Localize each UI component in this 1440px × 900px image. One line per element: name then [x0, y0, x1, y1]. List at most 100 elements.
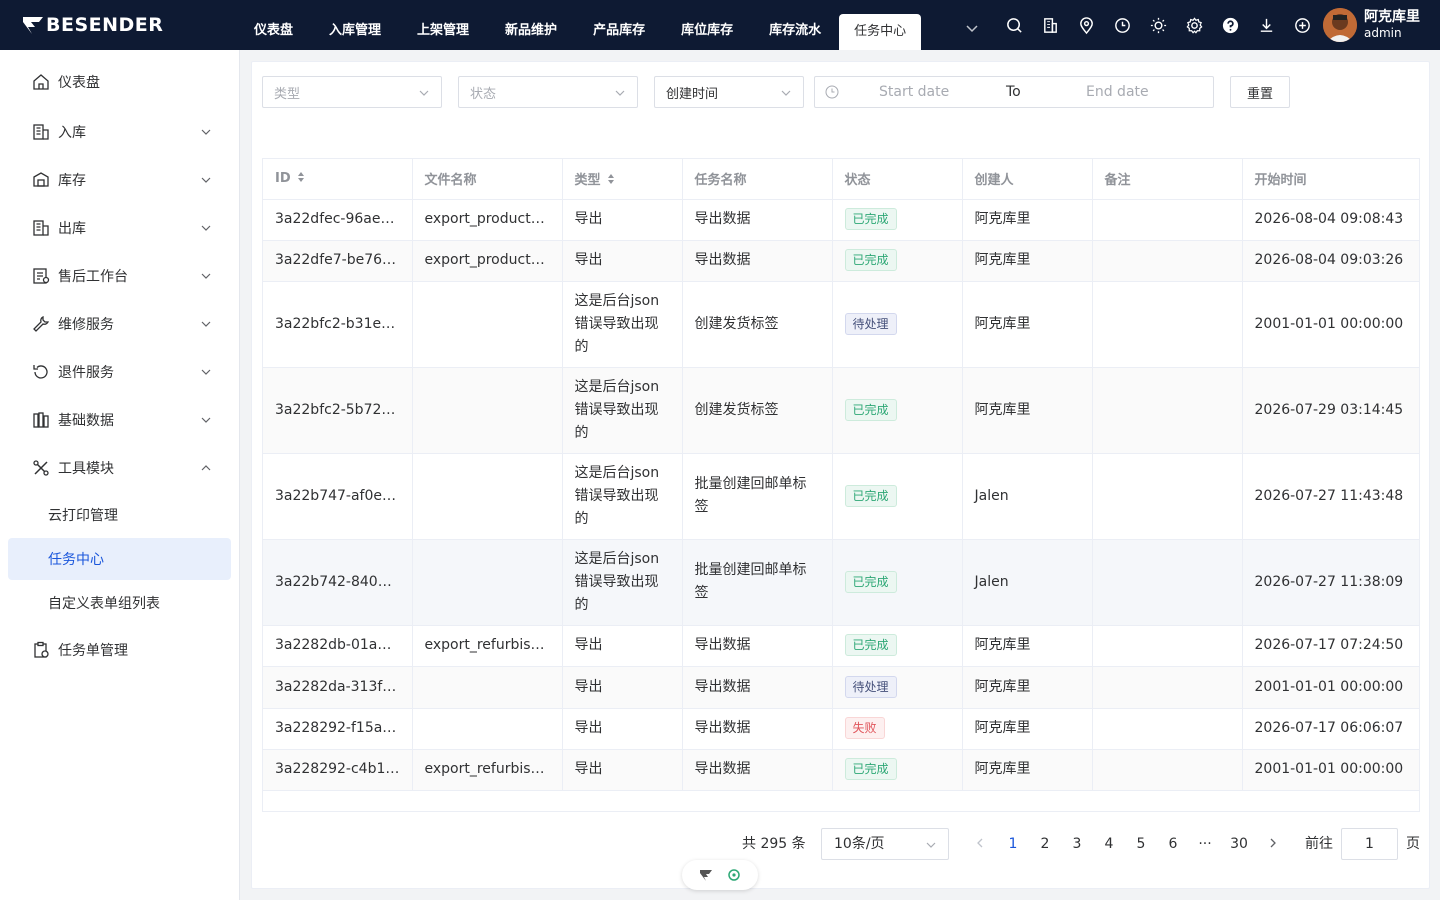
page-button-1[interactable]: 1	[997, 828, 1029, 860]
avatar[interactable]	[1323, 8, 1357, 42]
table-row[interactable]: 3a22b742-8405… 这是后台json错误导致出现的 批量创建回邮单标签 已完…	[263, 539, 1419, 626]
sidebar-item-7[interactable]: 基础数据	[8, 399, 231, 441]
user-menu[interactable]: 阿克库里 admin	[1323, 8, 1420, 42]
building-icon	[1043, 17, 1057, 33]
sidebar-item-3[interactable]: 出库	[8, 207, 231, 249]
cell-start: 2001-01-01 00:00:00	[1242, 281, 1419, 368]
download-button[interactable]	[1248, 12, 1284, 38]
brand-name: BESENDER	[46, 14, 164, 36]
sidebar-item-0[interactable]: 仪表盘	[8, 61, 231, 103]
more-pages-button[interactable]: ···	[1189, 828, 1221, 860]
nav-item-1[interactable]: 入库管理	[311, 0, 399, 50]
target-icon[interactable]	[727, 868, 741, 882]
table-row[interactable]: 3a2282db-01a8… export_refurbish… 导出 导出数据 已完成…	[263, 625, 1419, 667]
chevron-down-icon	[201, 273, 211, 279]
sidebar-item-6[interactable]: 退件服务	[8, 351, 231, 393]
chevron-down-icon	[201, 177, 211, 183]
table-row[interactable]: 3a22dfe7-be76… export_products… 导出 导出数据 已完成 阿…	[263, 240, 1419, 282]
sidebar-item-label: 库存	[58, 173, 86, 189]
page-size-select[interactable]: 10条/页	[821, 828, 949, 860]
clock-button[interactable]	[1104, 12, 1140, 38]
goto-page-input[interactable]: 1	[1341, 828, 1398, 860]
table-row[interactable]: 3a22dfec-96ae… export_products… 导出 导出数据 已完成 阿…	[263, 199, 1419, 241]
cell-start: 2026-08-04 09:08:43	[1242, 199, 1419, 241]
nav-item-7[interactable]: 任务中心	[839, 14, 922, 50]
table-row[interactable]: 3a2282da-313f… 导出 导出数据 待处理 阿克库里 2001-01-01 00…	[263, 666, 1419, 709]
sidebar-item-4[interactable]: 售后工作台	[8, 255, 231, 297]
table-header: ID 文件名称 类型 任务名称 状态 创建人 备注 开始时间	[263, 159, 1419, 200]
page-button-30[interactable]: 30	[1223, 828, 1255, 860]
pagination-total: 共 295 条	[742, 836, 806, 852]
cell-type: 这是后台json错误导致出现的	[562, 539, 683, 626]
type-select[interactable]: 类型	[262, 76, 442, 108]
sun-button[interactable]	[1140, 12, 1176, 38]
sidebar-item-1[interactable]: 入库	[8, 111, 231, 153]
help-button[interactable]	[1212, 12, 1248, 38]
table-row[interactable]: 3a228292-f15a… 导出 导出数据 失败 阿克库里 2026-07-17 06:…	[263, 708, 1419, 750]
add-circle-button[interactable]	[1284, 12, 1320, 38]
cell-creator: 阿克库里	[962, 281, 1093, 368]
date-range-picker[interactable]: Start date To End date	[814, 76, 1214, 108]
cell-type: 这是后台json错误导致出现的	[562, 281, 683, 368]
search-button[interactable]	[996, 12, 1032, 38]
sidebar-subitem-0[interactable]: 云打印管理	[8, 494, 231, 536]
sort-icon[interactable]	[297, 171, 305, 183]
warehouse-out-icon	[33, 220, 49, 236]
nav-item-5[interactable]: 库位库存	[663, 0, 751, 50]
nav-item-4[interactable]: 产品库存	[575, 0, 663, 50]
location-button[interactable]	[1068, 12, 1104, 38]
nav-more-chevron-icon[interactable]	[961, 17, 983, 39]
table-row[interactable]: 3a22bfc2-b31e-… 这是后台json错误导致出现的 创建发货标签 待处理 阿…	[263, 281, 1419, 368]
cell-file	[412, 281, 563, 368]
cell-file	[412, 367, 563, 454]
page-button-2[interactable]: 2	[1029, 828, 1061, 860]
page-button-6[interactable]: 6	[1157, 828, 1189, 860]
table-row[interactable]: 3a22bfc2-5b72… 这是后台json错误导致出现的 创建发货标签 已完成 阿克…	[263, 367, 1419, 454]
cell-type: 导出	[562, 625, 683, 667]
page-button-3[interactable]: 3	[1061, 828, 1093, 860]
cell-remark	[1092, 625, 1243, 667]
floating-devtools[interactable]	[682, 860, 758, 890]
sidebar-item-5[interactable]: 维修服务	[8, 303, 231, 345]
column-header[interactable]: ID	[263, 159, 413, 200]
gear-button[interactable]	[1176, 12, 1212, 38]
cell-type: 这是后台json错误导致出现的	[562, 367, 683, 454]
return-icon	[33, 365, 48, 379]
sidebar-subitem-2[interactable]: 自定义表单组列表	[8, 582, 231, 624]
sidebar-item-8[interactable]: 工具模块	[8, 447, 231, 489]
page-button-4[interactable]: 4	[1093, 828, 1125, 860]
page-button-5[interactable]: 5	[1125, 828, 1157, 860]
sidebar: 仪表盘入库库存出库售后工作台维修服务退件服务基础数据工具模块云打印管理 任务中心自…	[0, 50, 240, 900]
status-select[interactable]: 状态	[458, 76, 638, 108]
reset-button[interactable]: 重置	[1230, 76, 1290, 108]
brand-logo[interactable]: BESENDER	[22, 12, 163, 38]
nav-item-2[interactable]: 上架管理	[399, 0, 487, 50]
status-badge: 已完成	[844, 398, 897, 421]
status-select-placeholder: 状态	[470, 86, 497, 102]
cell-status: 已完成	[832, 367, 963, 454]
nav-item-6[interactable]: 库存流水	[751, 0, 839, 50]
prev-page-button[interactable]	[964, 828, 996, 860]
end-date-input[interactable]: End date	[1086, 84, 1149, 100]
building-button[interactable]	[1032, 12, 1068, 38]
start-date-input[interactable]: Start date	[879, 84, 949, 100]
sort-icon[interactable]	[607, 173, 615, 185]
sidebar-subitem-1[interactable]: 任务中心	[8, 538, 231, 580]
table-row[interactable]: 3a22b747-af0e… 这是后台json错误导致出现的 批量创建回邮单标签 已完…	[263, 453, 1419, 540]
cell-remark	[1092, 666, 1243, 709]
sidebar-item-task-order[interactable]: 任务单管理	[8, 629, 231, 671]
next-page-button[interactable]	[1257, 828, 1289, 860]
table-row[interactable]: 3a228292-c4b1… export_refurbish… 导出 导出数据 已完成…	[263, 749, 1419, 791]
time-field-select[interactable]: 创建时间	[654, 76, 804, 108]
nav-item-3[interactable]: 新品维护	[487, 0, 575, 50]
cell-remark	[1092, 539, 1243, 626]
chevron-down-icon	[201, 417, 211, 423]
sidebar-item-2[interactable]: 库存	[8, 159, 231, 201]
cell-type: 导出	[562, 240, 683, 282]
nav-item-0[interactable]: 仪表盘	[236, 0, 311, 50]
cell-remark	[1092, 749, 1243, 791]
cell-creator: 阿克库里	[962, 749, 1093, 791]
column-header[interactable]: 类型	[562, 159, 683, 200]
cell-status: 已完成	[832, 453, 963, 540]
cell-status: 已完成	[832, 539, 963, 626]
